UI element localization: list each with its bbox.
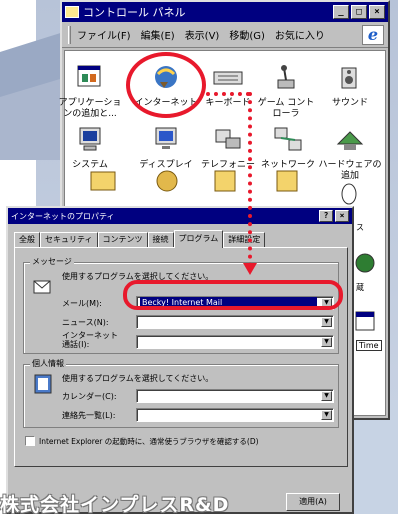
- internet-call-label: インターネット通話(I):: [62, 331, 118, 349]
- dialog-title: インターネットのプロパティ: [11, 211, 115, 221]
- control-panel-titlebar: コントロール パネル _ □ ×: [62, 2, 388, 22]
- messaging-group-label: メッセージ: [30, 256, 74, 267]
- menu-favorites[interactable]: お気に入り: [275, 27, 325, 42]
- programs-icon: [77, 65, 101, 87]
- menubar: ファイル(F) 編集(E) 表示(V) 移動(G) お気に入り e: [62, 22, 388, 48]
- personal-group-label: 個人情報: [30, 358, 66, 369]
- calendar-label: カレンダー(C):: [62, 392, 117, 401]
- chevron-down-icon[interactable]: ▼: [321, 317, 332, 327]
- add-remove-programs-item[interactable]: アプリケーションの追加と...: [58, 62, 122, 120]
- menu-go[interactable]: 移動(G): [229, 27, 265, 42]
- news-label: ニュース(N):: [62, 318, 109, 327]
- default-browser-check-checkbox[interactable]: [25, 436, 35, 446]
- address-book-icon: [34, 374, 52, 394]
- chevron-down-icon[interactable]: ▼: [321, 410, 332, 420]
- control-panel-title: コントロール パネル: [83, 6, 186, 19]
- keyboard-icon: [213, 71, 243, 85]
- help-button[interactable]: ?: [319, 210, 333, 222]
- datetime-icon[interactable]: [354, 310, 376, 332]
- computer-icon: [79, 127, 101, 151]
- hardware-icon: [336, 131, 364, 150]
- chevron-down-icon[interactable]: ▼: [321, 337, 332, 347]
- menu-view[interactable]: 表示(V): [185, 27, 220, 42]
- internet-properties-dialog: インターネットのプロパティ ? × 全般 セキュリティ コンテンツ 接続 プログ…: [6, 206, 354, 514]
- folder-icon: [65, 6, 79, 18]
- ie-logo-icon: e: [362, 25, 384, 45]
- display-item[interactable]: ディスプレイ: [134, 124, 198, 171]
- tab-strip: 全般 セキュリティ コンテンツ 接続 プログラム 詳細設定: [14, 230, 266, 248]
- apply-button[interactable]: 適用(A): [286, 493, 340, 511]
- tab-connections[interactable]: 接続: [147, 232, 174, 248]
- calendar-program-select[interactable]: ▼: [136, 389, 334, 403]
- internet-call-program-select[interactable]: ▼: [136, 335, 334, 349]
- telephony-icon: [215, 129, 241, 149]
- highlight-oval: [123, 280, 343, 310]
- contacts-label: 連絡先一覧(L):: [62, 411, 116, 420]
- highlight-dotted-line: [206, 92, 250, 96]
- accessibility-icon[interactable]: [152, 168, 182, 194]
- partial-label: ス: [356, 223, 364, 232]
- dialog-close-button[interactable]: ×: [335, 210, 349, 222]
- news-program-select[interactable]: ▼: [136, 315, 334, 329]
- partial-label: 蔵: [356, 283, 364, 292]
- menu-edit[interactable]: 編集(E): [141, 27, 175, 42]
- personal-info-text: 使用するプログラムを選択してください。: [62, 374, 214, 383]
- highlight-circle: [126, 52, 206, 118]
- maximize-button[interactable]: □: [351, 5, 367, 19]
- fonts-icon[interactable]: [210, 168, 240, 194]
- menubar-grip: [68, 25, 71, 44]
- mail-label: メール(M):: [62, 299, 102, 308]
- system-item[interactable]: システム: [58, 124, 122, 171]
- highlight-dotted-line: [248, 92, 252, 267]
- monitor-icon: [155, 127, 177, 149]
- contacts-program-select[interactable]: ▼: [136, 408, 334, 422]
- dialog-titlebar: インターネットのプロパティ ? ×: [8, 208, 352, 224]
- sounds-label: サウンド: [331, 98, 368, 108]
- tab-advanced[interactable]: 詳細設定: [223, 232, 266, 248]
- joystick-icon: [277, 65, 295, 89]
- time-label: Time: [356, 340, 382, 351]
- arrow-down-icon: [243, 263, 257, 275]
- tab-security[interactable]: セキュリティ: [40, 232, 98, 248]
- sounds-item[interactable]: サウンド: [318, 62, 382, 109]
- publisher-watermark: 株式会社インプレスR&D: [0, 494, 230, 514]
- messaging-icon: [33, 280, 51, 294]
- close-button[interactable]: ×: [369, 5, 385, 19]
- mouse-icon[interactable]: [334, 180, 364, 206]
- add-hardware-item[interactable]: ハードウェアの追加: [318, 124, 382, 182]
- add-hardware-label: ハードウェアの追加: [318, 160, 382, 181]
- network-item[interactable]: ネットワーク: [256, 124, 320, 171]
- add-remove-programs-label: アプリケーションの追加と...: [58, 98, 122, 119]
- tab-programs[interactable]: プログラム: [173, 230, 224, 248]
- regional-globe-icon[interactable]: [354, 252, 376, 274]
- game-controllers-item[interactable]: ゲーム コントローラ: [254, 62, 318, 120]
- default-browser-check-label: Internet Explorer の起動時に、通常使うブラウザを確認する(D): [39, 437, 259, 446]
- minimize-button[interactable]: _: [333, 5, 349, 19]
- speaker-icon: [341, 67, 357, 89]
- tab-general[interactable]: 全般: [14, 232, 40, 248]
- personal-info-group: 個人情報 使用するプログラムを選択してください。 カレンダー(C): ▼ 連絡先…: [23, 358, 339, 428]
- game-controllers-label: ゲーム コントローラ: [257, 98, 315, 119]
- chevron-down-icon[interactable]: ▼: [321, 391, 332, 401]
- modems-icon[interactable]: [272, 168, 302, 194]
- network-icon: [274, 127, 302, 151]
- tab-content[interactable]: コンテンツ: [97, 232, 148, 248]
- menu-file[interactable]: ファイル(F): [77, 27, 131, 42]
- fonts-folder-icon[interactable]: [88, 168, 118, 194]
